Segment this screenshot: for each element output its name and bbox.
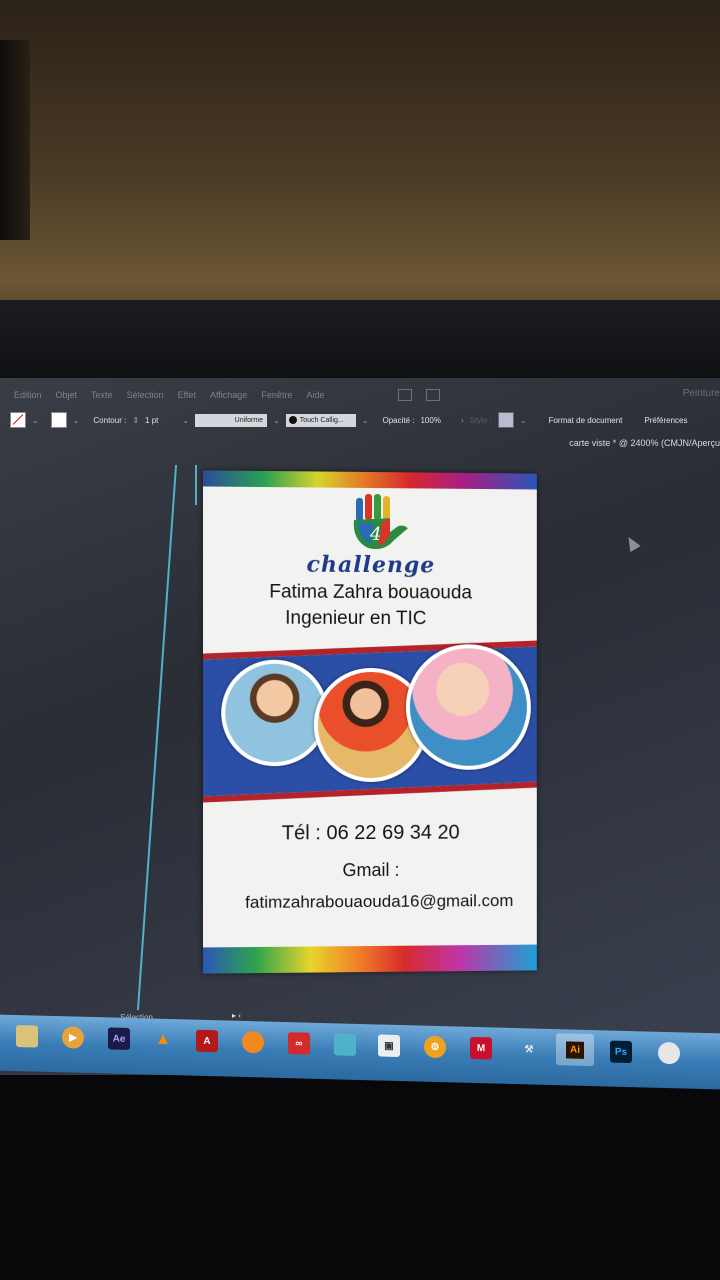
opacity-label: Opacité : bbox=[382, 415, 415, 425]
arrange-documents-icon[interactable] bbox=[426, 389, 441, 401]
wall-shadow bbox=[0, 40, 30, 240]
document-tab[interactable]: carte viste * @ 2400% (CMJN/Aperçu bbox=[569, 438, 720, 448]
rainbow-stripe-bottom bbox=[203, 944, 537, 974]
control-bar: ⌄ ⌄ Contour : ⇕ 1 pt ⌄ Uniforme ⌄ Touch … bbox=[0, 408, 720, 432]
bridge-icon[interactable] bbox=[398, 389, 413, 401]
logo-number: 4 bbox=[369, 524, 381, 545]
mcafee-icon[interactable]: M bbox=[470, 1036, 492, 1060]
chevron-right-icon[interactable]: › bbox=[461, 416, 464, 425]
brush-select[interactable]: Touch Callig... bbox=[285, 413, 356, 427]
style-label: Style : bbox=[469, 415, 492, 425]
child-photo-3 bbox=[405, 644, 531, 770]
menu-fenetre[interactable]: Fenêtre bbox=[261, 390, 292, 400]
rainbow-stripe-top bbox=[203, 470, 537, 490]
opacity-field[interactable]: 100% bbox=[420, 416, 440, 425]
vlc-icon[interactable]: ▲ bbox=[152, 1029, 174, 1052]
menu-effet[interactable]: Effet bbox=[178, 390, 196, 400]
hand-logo-icon: 4 bbox=[353, 493, 409, 550]
chevron-down-icon[interactable]: ⌄ bbox=[182, 416, 189, 425]
workspace-switcher[interactable]: Peinture bbox=[683, 388, 720, 399]
menu-selection[interactable]: Sélection bbox=[127, 390, 164, 400]
fill-swatch-icon[interactable] bbox=[10, 412, 26, 428]
tool-icon[interactable]: ⚒ bbox=[518, 1038, 540, 1061]
chevron-down-icon[interactable]: ⌄ bbox=[32, 416, 39, 425]
menu-objet[interactable]: Objet bbox=[56, 390, 78, 400]
creative-cloud-icon[interactable]: ∞ bbox=[288, 1032, 310, 1055]
preferences-button[interactable]: Préférences bbox=[644, 416, 687, 425]
card-title: Ingenieur en TIC bbox=[285, 607, 427, 630]
monitor-bezel-top bbox=[0, 300, 720, 380]
chevron-down-icon[interactable]: ⌄ bbox=[73, 416, 80, 425]
file-explorer-icon[interactable] bbox=[16, 1024, 38, 1048]
menu-edition[interactable]: Edition bbox=[14, 390, 42, 400]
phone-number: Tél : 06 22 69 34 20 bbox=[281, 821, 460, 845]
child-photo-1 bbox=[221, 659, 328, 767]
app-icon-2[interactable]: ▣ bbox=[378, 1034, 400, 1058]
acrobat-icon[interactable]: A bbox=[196, 1029, 218, 1053]
stepper-icon[interactable]: ⇕ bbox=[132, 416, 139, 425]
avast-icon[interactable] bbox=[242, 1030, 264, 1054]
menu-bar: Edition Objet Texte Sélection Effet Affi… bbox=[0, 384, 720, 406]
app-icon[interactable] bbox=[334, 1033, 356, 1056]
document-format-button[interactable]: Format de document bbox=[549, 416, 623, 425]
photo-group bbox=[203, 631, 537, 812]
chevron-down-icon[interactable]: ⌄ bbox=[273, 416, 280, 425]
business-card-artboard[interactable]: 4 challenge Fatima Zahra bouaouda Ingeni… bbox=[203, 470, 537, 974]
chevron-down-icon[interactable]: ⌄ bbox=[520, 416, 527, 425]
brush-label: Touch Callig... bbox=[299, 416, 344, 424]
stroke-width-field[interactable]: 1 pt bbox=[145, 416, 158, 425]
background-wall bbox=[0, 0, 720, 310]
brush-dot-icon bbox=[288, 416, 297, 424]
stroke-profile-label: Uniforme bbox=[234, 416, 264, 424]
stroke-swatch-icon[interactable] bbox=[50, 412, 67, 428]
chevron-down-icon[interactable]: ⌄ bbox=[362, 416, 369, 425]
menu-texte[interactable]: Texte bbox=[91, 390, 113, 400]
media-player-icon[interactable]: ▶ bbox=[62, 1026, 84, 1049]
menu-aide[interactable]: Aide bbox=[306, 390, 324, 400]
monitor-bezel-bottom bbox=[0, 1075, 720, 1280]
illustrator-icon[interactable]: Ai bbox=[556, 1033, 594, 1067]
status-arrows-icon[interactable]: ▸ ‹ bbox=[232, 1011, 241, 1020]
app-icon-3[interactable] bbox=[658, 1041, 680, 1065]
email-address: fatimzahrabouaouda16@gmail.com bbox=[245, 891, 514, 912]
menu-affichage[interactable]: Affichage bbox=[210, 390, 247, 400]
illustrator-icon-label: Ai bbox=[566, 1040, 584, 1059]
card-name: Fatima Zahra bouaouda bbox=[269, 581, 472, 604]
style-swatch-icon[interactable] bbox=[497, 412, 514, 428]
artboard-edge-top bbox=[195, 465, 197, 505]
settings-app-icon[interactable]: ⚙ bbox=[424, 1035, 446, 1059]
logo-text: challenge bbox=[306, 551, 436, 579]
after-effects-icon[interactable]: Ae bbox=[108, 1027, 130, 1050]
contour-label: Contour : bbox=[93, 415, 127, 425]
photoshop-icon[interactable]: Ps bbox=[610, 1040, 632, 1064]
stroke-profile-select[interactable]: Uniforme bbox=[195, 413, 268, 427]
gmail-label: Gmail : bbox=[342, 859, 400, 881]
